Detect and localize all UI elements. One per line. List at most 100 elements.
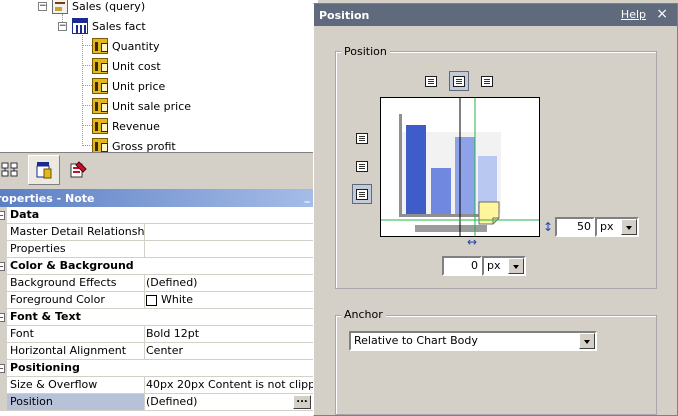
color-swatch: [146, 294, 157, 306]
property-row-background-effects[interactable]: Background Effects (Defined): [0, 275, 313, 292]
tree-item-unit-cost[interactable]: Unit cost: [92, 57, 161, 75]
property-name: Background Effects: [7, 275, 145, 291]
property-value[interactable]: [145, 224, 313, 240]
vertical-offset-input[interactable]: 50: [555, 217, 595, 237]
vertical-offset-unit: px: [600, 220, 614, 233]
row-gutter: [0, 377, 7, 393]
property-value-text: 40px 20px Content is not clipped: [146, 378, 313, 391]
horizontal-align-center-button[interactable]: [449, 71, 469, 91]
property-value[interactable]: 40px 20px Content is not clipped: [145, 377, 313, 393]
tree-item-revenue[interactable]: Revenue: [92, 117, 160, 135]
explorer-tab-strip: [0, 152, 318, 186]
property-row-foreground-color[interactable]: Foreground Color White: [0, 292, 313, 309]
vertical-offset-arrow-icon: ↕: [543, 220, 554, 234]
property-name: Color & Background: [10, 259, 134, 272]
property-row-properties[interactable]: Properties: [0, 241, 313, 258]
property-name: Data: [10, 208, 40, 221]
tree-connector: [82, 45, 92, 46]
align-top-icon: [356, 132, 368, 144]
row-gutter: −: [0, 360, 7, 376]
tree-connector: [82, 85, 92, 86]
anchor-value: Relative to Chart Body: [354, 334, 478, 347]
align-bottom-icon: [356, 188, 368, 200]
collapse-icon[interactable]: −: [0, 211, 5, 220]
tree-connector: [82, 125, 92, 126]
property-name: Size & Overflow: [7, 377, 145, 393]
minimize-icon[interactable]: _: [305, 190, 311, 203]
chart-preview-graphic: [381, 98, 539, 236]
row-gutter: [0, 292, 7, 308]
align-center-icon: [453, 75, 465, 87]
tree-item-sales-query[interactable]: − Sales (query): [38, 0, 145, 15]
dialog-title-bar: Position Help ×: [314, 4, 677, 26]
tree-item-gross-profit[interactable]: Gross profit: [92, 137, 176, 152]
property-value-text: White: [161, 293, 193, 306]
property-name: Properties: [7, 241, 145, 257]
property-value[interactable]: Center: [145, 343, 313, 359]
anchor-select[interactable]: Relative to Chart Body: [349, 331, 597, 351]
property-value[interactable]: White: [145, 292, 313, 308]
property-row-horizontal-alignment[interactable]: Horizontal Alignment Center: [0, 343, 313, 360]
measure-icon: [92, 98, 108, 114]
property-category-color-background[interactable]: − Color & Background: [0, 258, 313, 275]
tree-item-sales-fact[interactable]: − Sales fact: [58, 17, 146, 35]
tab-insertable-objects[interactable]: [28, 155, 60, 185]
tree-item-label: Revenue: [112, 119, 160, 133]
align-left-icon: [425, 75, 437, 87]
measure-icon: [92, 118, 108, 134]
measure-icon: [92, 138, 108, 152]
property-row-position[interactable]: Position (Defined)...: [0, 394, 313, 411]
horizontal-offset-unit-select[interactable]: px: [482, 256, 526, 276]
property-category-positioning[interactable]: − Positioning: [0, 360, 313, 377]
edit-ellipsis-button[interactable]: ...: [293, 395, 311, 409]
property-value[interactable]: (Defined)...: [145, 394, 313, 410]
property-category-data[interactable]: − Data: [0, 207, 313, 224]
horizontal-align-right-button[interactable]: [477, 71, 497, 91]
property-row-master-detail-relationships[interactable]: Master Detail Relationships: [0, 224, 313, 241]
tree-item-label: Quantity: [112, 39, 160, 53]
vertical-align-middle-button[interactable]: [352, 156, 372, 176]
horizontal-offset-input[interactable]: 0: [442, 256, 482, 276]
collapse-icon[interactable]: −: [0, 313, 5, 322]
property-value-text: Bold 12pt: [146, 327, 200, 340]
anchor-group-label: Anchor: [341, 308, 386, 321]
horizontal-align-left-button[interactable]: [421, 71, 441, 91]
fact-table-icon: [72, 18, 88, 34]
dropdown-arrow-icon[interactable]: [621, 219, 637, 235]
tree-item-unit-price[interactable]: Unit price: [92, 77, 165, 95]
collapse-icon[interactable]: −: [0, 262, 5, 271]
measure-icon: [92, 58, 108, 74]
dropdown-arrow-icon[interactable]: [579, 333, 595, 349]
page-explorer-icon: [1, 162, 18, 177]
row-gutter: [0, 224, 7, 240]
close-button[interactable]: ×: [656, 6, 668, 22]
vertical-offset-unit-select[interactable]: px: [595, 217, 639, 237]
property-value[interactable]: [145, 241, 313, 257]
property-value-text: (Defined): [146, 395, 198, 408]
property-category-font-text[interactable]: − Font & Text: [0, 309, 313, 326]
tree-item-unit-sale-price[interactable]: Unit sale price: [92, 97, 191, 115]
align-middle-icon: [356, 160, 368, 172]
metadata-tree: − Sales (query) − Sales fact Quantity Un…: [0, 0, 318, 152]
measure-icon: [92, 78, 108, 94]
tab-toolbox[interactable]: [62, 155, 94, 185]
vertical-align-bottom-button[interactable]: [352, 184, 372, 204]
collapse-icon[interactable]: −: [38, 1, 47, 11]
collapse-icon[interactable]: −: [0, 364, 5, 373]
help-link[interactable]: Help: [621, 8, 646, 21]
tab-page-explorer[interactable]: [0, 155, 26, 185]
position-dialog: Position Help × Position ↕ 50 px ↔ 0 px …: [313, 3, 678, 416]
property-value[interactable]: (Defined): [145, 275, 313, 291]
measure-icon: [92, 38, 108, 54]
property-row-font[interactable]: Font Bold 12pt: [0, 326, 313, 343]
tree-item-label: Unit cost: [112, 59, 161, 73]
dropdown-arrow-icon[interactable]: [508, 258, 524, 274]
tree-item-quantity[interactable]: Quantity: [92, 37, 160, 55]
horizontal-offset-unit: px: [487, 259, 501, 272]
collapse-icon[interactable]: −: [58, 21, 67, 31]
vertical-align-top-button[interactable]: [352, 128, 372, 148]
property-value[interactable]: Bold 12pt: [145, 326, 313, 342]
property-row-size-overflow[interactable]: Size & Overflow 40px 20px Content is not …: [0, 377, 313, 394]
preview-bar: [406, 125, 426, 214]
position-preview: [380, 97, 540, 237]
